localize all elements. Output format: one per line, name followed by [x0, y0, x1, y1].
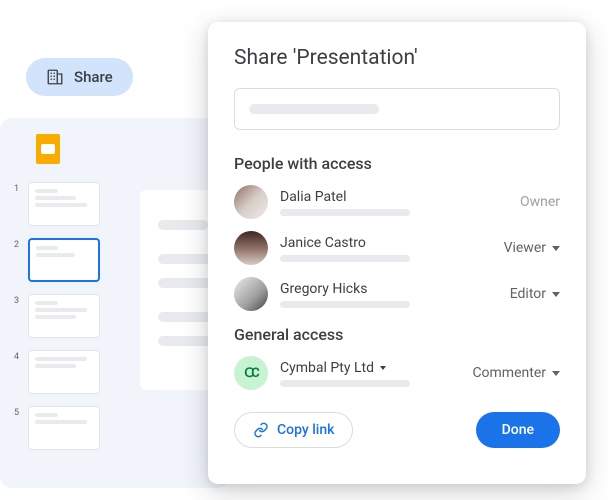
avatar: [234, 185, 268, 219]
slide-thumbnail-selected[interactable]: [28, 238, 100, 282]
slide-thumbnail[interactable]: [28, 294, 100, 338]
chevron-down-icon: [552, 371, 560, 376]
person-email-placeholder: [280, 301, 410, 308]
person-name: Gregory Hicks: [280, 281, 498, 297]
slide-thumbnail[interactable]: [28, 350, 100, 394]
role-dropdown[interactable]: Commenter: [472, 365, 560, 381]
role-dropdown[interactable]: Editor: [510, 286, 560, 302]
general-access-heading: General access: [234, 325, 560, 344]
chevron-down-icon: [380, 366, 386, 370]
slide-thumbnail[interactable]: [28, 182, 100, 226]
person-name: Dalia Patel: [280, 189, 508, 205]
copy-link-button[interactable]: Copy link: [234, 412, 353, 448]
done-button[interactable]: Done: [476, 412, 560, 448]
slide-thumbnail[interactable]: [28, 406, 100, 450]
dialog-title: Share 'Presentation': [234, 46, 560, 70]
org-icon: ⅭC: [234, 356, 268, 390]
link-icon: [253, 422, 269, 438]
person-row: Gregory Hicks Editor: [234, 277, 560, 311]
org-row: ⅭC Cymbal Pty Ltd Commenter: [234, 356, 560, 390]
person-name: Janice Castro: [280, 235, 492, 251]
people-access-heading: People with access: [234, 154, 560, 173]
input-placeholder: [249, 104, 379, 114]
chevron-down-icon: [552, 292, 560, 297]
people-search-input[interactable]: [234, 88, 560, 130]
person-email-placeholder: [280, 255, 410, 262]
role-owner: Owner: [520, 194, 560, 210]
person-email-placeholder: [280, 209, 410, 216]
share-dialog: Share 'Presentation' People with access …: [208, 22, 586, 484]
person-row: Janice Castro Viewer: [234, 231, 560, 265]
person-row: Dalia Patel Owner: [234, 185, 560, 219]
org-name-dropdown[interactable]: Cymbal Pty Ltd: [280, 360, 460, 376]
slides-logo-icon: [36, 134, 60, 164]
thumbnail-row[interactable]: 5: [14, 406, 216, 450]
share-chip-label: Share: [74, 68, 113, 86]
chevron-down-icon: [552, 246, 560, 251]
share-chip[interactable]: Share: [26, 58, 133, 96]
avatar: [234, 231, 268, 265]
role-dropdown[interactable]: Viewer: [504, 240, 560, 256]
org-sub-placeholder: [280, 380, 410, 387]
avatar: [234, 277, 268, 311]
building-icon: [46, 68, 64, 86]
